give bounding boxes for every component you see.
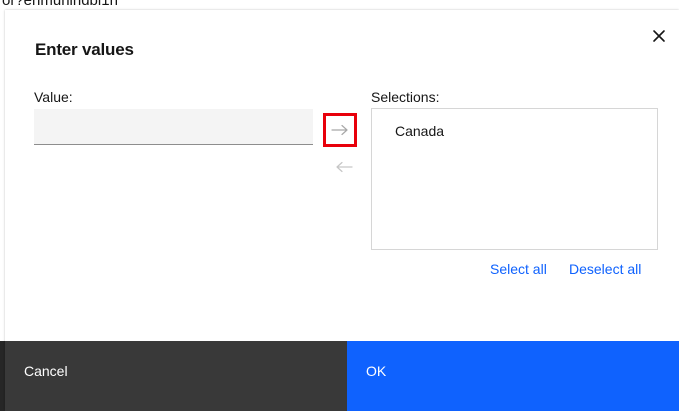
deselect-all-link[interactable]: Deselect all [569, 261, 641, 277]
arrow-left-icon [336, 161, 353, 173]
ok-button-label: OK [366, 363, 387, 379]
cancel-button[interactable]: Cancel [5, 341, 347, 411]
close-button[interactable] [647, 24, 671, 48]
background-page: or?ehmuhlndbi1h [0, 0, 679, 10]
selections-label: Selections: [371, 89, 440, 105]
selections-list[interactable]: Canada [371, 108, 658, 250]
background-partial-text: or?ehmuhlndbi1h [2, 0, 118, 9]
cancel-button-label: Cancel [24, 363, 68, 379]
value-input[interactable] [34, 109, 313, 145]
close-icon [653, 30, 665, 42]
arrow-right-icon [331, 124, 348, 136]
add-value-button[interactable] [323, 113, 357, 147]
enter-values-dialog: Enter values Value: Selections: Canada S… [5, 10, 679, 411]
selection-item[interactable]: Canada [395, 123, 444, 139]
remove-value-button[interactable] [330, 153, 358, 181]
ok-button[interactable]: OK [347, 341, 679, 411]
value-label: Value: [34, 89, 73, 105]
dialog-title: Enter values [35, 40, 134, 59]
select-all-link[interactable]: Select all [490, 261, 547, 277]
